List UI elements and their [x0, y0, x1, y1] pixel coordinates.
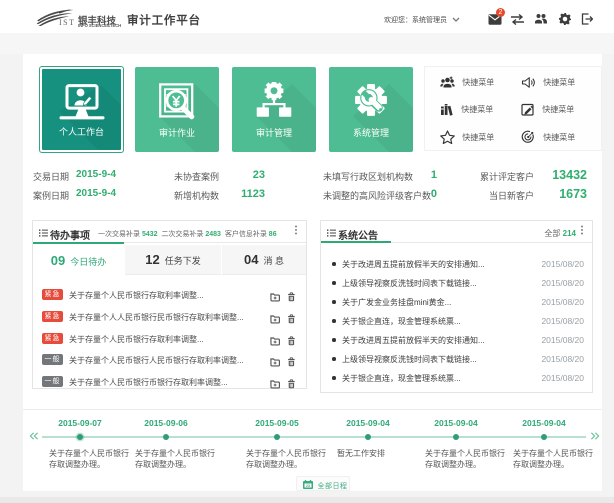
- svg-text:23: 23: [306, 484, 310, 488]
